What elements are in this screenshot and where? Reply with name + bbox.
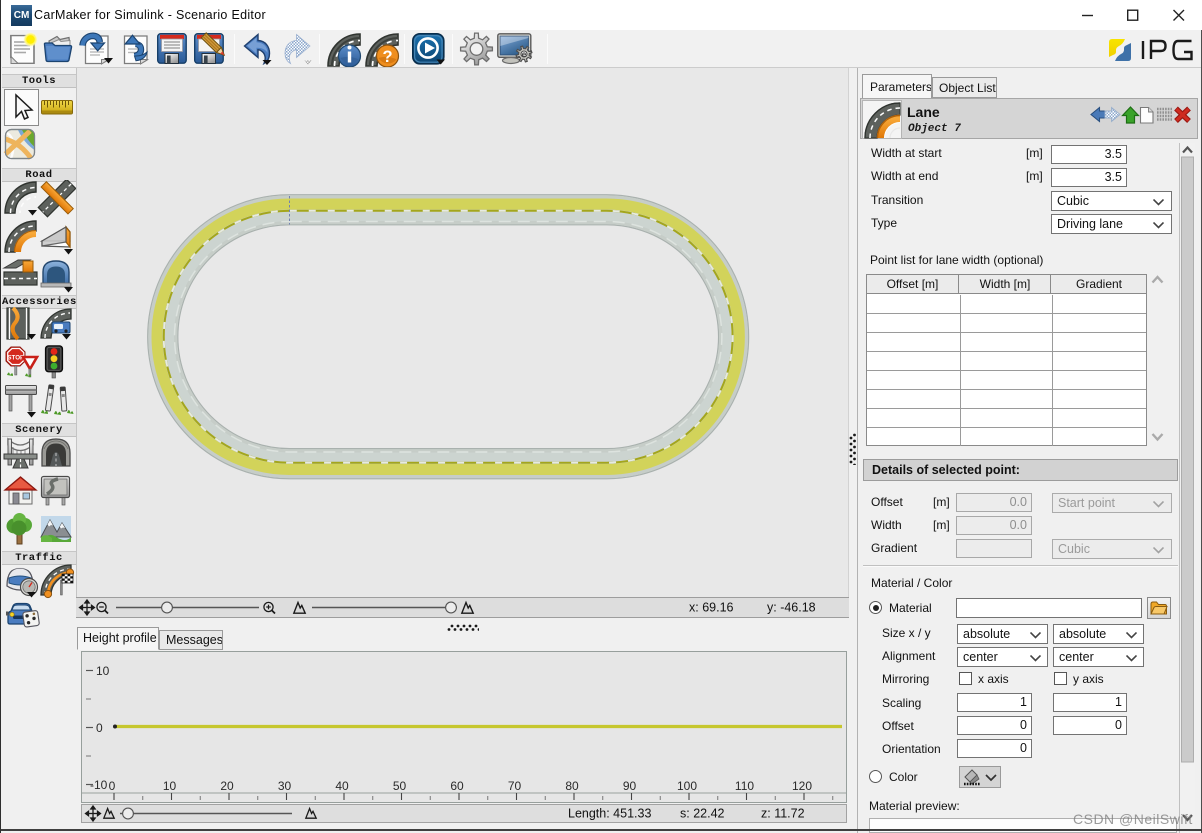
svg-text:80: 80 [565,779,579,793]
svg-text:100: 100 [677,779,697,793]
svg-text:40: 40 [335,779,349,793]
svg-text:110: 110 [735,779,754,793]
svg-text:z: 11.72: z: 11.72 [761,807,805,821]
svg-text:60: 60 [450,779,464,793]
svg-text:0: 0 [109,779,116,793]
svg-text:90: 90 [623,779,637,793]
svg-text:x: 69.16: x: 69.16 [689,601,734,615]
svg-text:s: 22.42: s: 22.42 [680,807,725,821]
svg-text:120: 120 [792,779,812,793]
svg-text:0: 0 [96,721,103,735]
svg-text:y: -46.18: y: -46.18 [767,601,816,615]
svg-text:30: 30 [278,779,292,793]
svg-text:STOP: STOP [7,355,24,362]
svg-text:?: ? [382,48,392,66]
svg-text:Length: 451.33: Length: 451.33 [568,807,651,821]
svg-text:10: 10 [96,664,110,678]
svg-text:10: 10 [163,779,177,793]
svg-text:20: 20 [220,779,234,793]
svg-text:e: e [522,50,527,59]
svg-text:70: 70 [508,779,522,793]
svg-text:50: 50 [393,779,407,793]
